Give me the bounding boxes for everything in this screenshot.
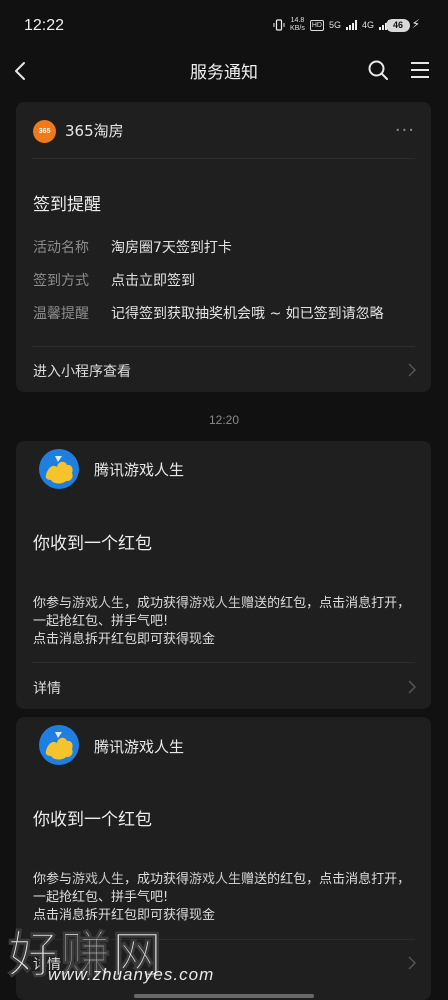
- home-indicator[interactable]: [134, 994, 314, 998]
- body-text-part: 你参与: [33, 596, 73, 611]
- notification-card-checkin[interactable]: 365 365淘房 ··· 签到提醒 活动名称 淘房圈7天签到打卡 签到方式 点…: [16, 102, 431, 392]
- menu-button[interactable]: [408, 58, 432, 82]
- network-type-2: 4G: [361, 20, 374, 30]
- card-body: 你参与游戏人生，成功获得游戏人生赠送的红包，点击消息打开，一起抢红包、拼手气吧!…: [33, 595, 418, 649]
- nav-bar: 服务通知: [0, 52, 448, 90]
- card-source-name: 腾讯游戏人生: [94, 738, 185, 756]
- details-link[interactable]: 详情: [33, 954, 61, 974]
- message-timestamp: 12:20: [208, 413, 240, 427]
- field-value-activity: 淘房圈7天签到打卡: [111, 240, 232, 256]
- field-label-activity: 活动名称: [33, 240, 89, 256]
- notification-card-redpacket-1[interactable]: 腾讯游戏人生 你收到一个红包 你参与游戏人生，成功获得游戏人生赠送的红包，点击消…: [16, 441, 431, 709]
- body-highlight: 游戏人生: [72, 596, 125, 611]
- battery-icon: 46: [386, 19, 410, 32]
- divider: [32, 346, 415, 347]
- field-label-method: 签到方式: [33, 273, 89, 289]
- speed-value: 14.8: [290, 17, 305, 24]
- menu-icon: [411, 62, 429, 78]
- field-value-method: 点击立即签到: [111, 273, 195, 289]
- speed-unit: KB/s: [290, 25, 305, 32]
- charging-icon: ⚡: [411, 17, 420, 31]
- card-title: 你收到一个红包: [33, 534, 152, 554]
- status-indicators: 14.8 KB/s HD 5G 4G: [273, 17, 390, 33]
- signal-icon: [345, 20, 357, 30]
- body-text-part: ，成功获得: [124, 596, 190, 611]
- app-logo-365: 365: [33, 120, 56, 143]
- body-text-part: ，成功获得: [124, 872, 190, 887]
- notification-card-redpacket-2[interactable]: 腾讯游戏人生 你收到一个红包 你参与游戏人生，成功获得游戏人生赠送的红包，点击消…: [16, 717, 431, 1000]
- status-time: 12:22: [24, 17, 65, 34]
- chevron-right-icon: [408, 363, 417, 377]
- card-source-name: 365淘房: [65, 122, 124, 140]
- body-highlight: 游戏人生: [189, 872, 242, 887]
- body-text-line2: 点击消息拆开红包即可获得现金: [33, 632, 216, 647]
- search-button[interactable]: [366, 58, 390, 82]
- divider: [32, 158, 415, 159]
- chevron-right-icon: [408, 956, 417, 970]
- card-title: 签到提醒: [33, 195, 101, 215]
- more-options-button[interactable]: ···: [395, 122, 415, 140]
- chevron-right-icon: [408, 680, 417, 694]
- field-value-tip: 记得签到获取抽奖机会哦 ~ 如已签到请忽略: [111, 306, 384, 322]
- hd-badge: HD: [309, 19, 324, 31]
- card-title: 你收到一个红包: [33, 810, 152, 830]
- search-icon: [368, 60, 388, 80]
- tencent-game-life-logo-icon: [39, 725, 79, 765]
- open-miniprogram-link[interactable]: 进入小程序查看: [33, 361, 131, 381]
- divider: [32, 939, 415, 940]
- card-source-name: 腾讯游戏人生: [94, 461, 185, 479]
- divider: [32, 662, 415, 663]
- body-highlight: 游戏人生: [72, 872, 125, 887]
- body-text-line2: 点击消息拆开红包即可获得现金: [33, 908, 216, 923]
- details-link[interactable]: 详情: [33, 678, 61, 698]
- vibrate-icon: [273, 19, 285, 31]
- network-speed: 14.8 KB/s: [290, 17, 305, 33]
- body-text-part: 你参与: [33, 872, 73, 887]
- field-label-tip: 温馨提醒: [33, 306, 89, 322]
- tencent-game-life-logo-icon: [39, 449, 79, 489]
- card-body: 你参与游戏人生，成功获得游戏人生赠送的红包，点击消息打开，一起抢红包、拼手气吧!…: [33, 871, 418, 925]
- network-type-1: 5G: [328, 20, 341, 30]
- body-highlight: 游戏人生: [189, 596, 242, 611]
